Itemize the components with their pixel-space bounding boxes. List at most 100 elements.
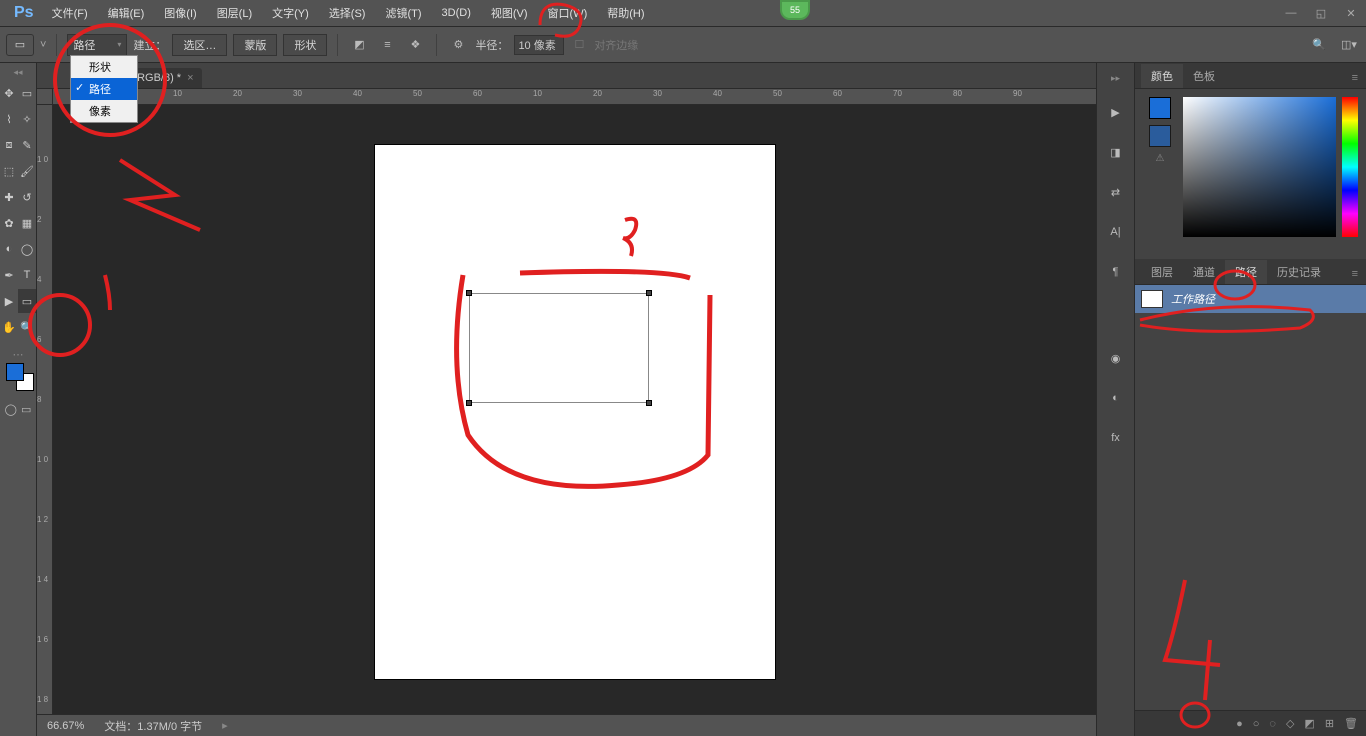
menu-help[interactable]: 帮助(H) bbox=[597, 1, 654, 25]
menu-file[interactable]: 文件(F) bbox=[42, 1, 98, 25]
close-button[interactable]: ✕ bbox=[1336, 2, 1366, 24]
mode-option-pixels[interactable]: 像素 bbox=[71, 100, 137, 122]
make-mask-button[interactable]: 蒙版 bbox=[233, 34, 277, 56]
rectangle-tool[interactable]: ▭ bbox=[18, 289, 36, 313]
zoom-level[interactable]: 66.67% bbox=[47, 720, 84, 732]
tab-swatches[interactable]: 色板 bbox=[1183, 64, 1225, 88]
panel-icon-2[interactable]: ⇄ bbox=[1104, 180, 1128, 204]
menu-3d[interactable]: 3D(D) bbox=[432, 3, 481, 23]
fill-path-icon[interactable]: ● bbox=[1236, 718, 1243, 730]
handle-tl[interactable] bbox=[466, 290, 472, 296]
gear-icon[interactable]: ⚙ bbox=[447, 34, 469, 56]
maximize-button[interactable]: ◱ bbox=[1306, 2, 1336, 24]
clone-tool[interactable]: ✿ bbox=[0, 211, 18, 235]
history-brush-tool[interactable]: ↺ bbox=[18, 185, 36, 209]
path-item-work[interactable]: 工作路径 bbox=[1135, 285, 1366, 313]
type-tool[interactable]: T bbox=[18, 263, 36, 287]
tab-paths[interactable]: 路径 bbox=[1225, 260, 1267, 284]
color-swatch-fg[interactable] bbox=[1149, 97, 1171, 119]
spot-heal-tool[interactable]: ✚ bbox=[0, 185, 18, 209]
minimize-button[interactable]: — bbox=[1276, 2, 1306, 24]
color-panel: ⚠ bbox=[1135, 89, 1366, 259]
gradient-tool[interactable]: ▦ bbox=[18, 211, 36, 235]
stroke-path-icon[interactable]: ○ bbox=[1253, 718, 1260, 730]
panel-icon-5[interactable]: fx bbox=[1104, 426, 1128, 450]
ruler-horizontal[interactable]: 0 1 10 20 30 40 50 60 10 20 30 40 50 60 … bbox=[53, 89, 1096, 105]
hue-slider[interactable] bbox=[1342, 97, 1358, 237]
rectangle-path[interactable] bbox=[469, 293, 649, 403]
tab-channels[interactable]: 通道 bbox=[1183, 260, 1225, 284]
menu-layer[interactable]: 图层(L) bbox=[207, 1, 262, 25]
foreground-color[interactable] bbox=[6, 363, 24, 381]
paragraph-icon[interactable]: ¶ bbox=[1104, 260, 1128, 284]
menu-type[interactable]: 文字(Y) bbox=[262, 1, 319, 25]
menu-bar: Ps 文件(F) 编辑(E) 图像(I) 图层(L) 文字(Y) 选择(S) 滤… bbox=[0, 0, 1366, 27]
brush-tool[interactable]: 🖌 bbox=[18, 159, 36, 183]
panel-icon-3[interactable]: ◉ bbox=[1104, 346, 1128, 370]
ruler-vertical[interactable]: 1 0 2 4 6 8 1 0 1 2 1 4 1 6 1 8 bbox=[37, 105, 53, 714]
make-shape-button[interactable]: 形状 bbox=[283, 34, 327, 56]
make-workpath-icon[interactable]: ◇ bbox=[1286, 717, 1294, 730]
zoom-tool[interactable]: 🔍 bbox=[18, 315, 36, 339]
quick-mask-icon[interactable]: ◯ bbox=[5, 403, 17, 416]
menu-filter[interactable]: 滤镜(T) bbox=[375, 1, 431, 25]
notification-badge[interactable]: 55 bbox=[780, 0, 810, 20]
panel-icon-1[interactable]: ◨ bbox=[1104, 140, 1128, 164]
tab-history[interactable]: 历史记录 bbox=[1267, 260, 1331, 284]
align-edges-checkbox[interactable]: ☐ bbox=[570, 36, 588, 53]
color-swatch-bg[interactable] bbox=[1149, 125, 1171, 147]
workspace-icon[interactable]: ◫▾ bbox=[1338, 34, 1360, 56]
color-field[interactable] bbox=[1183, 97, 1336, 237]
handle-tr[interactable] bbox=[646, 290, 652, 296]
frame-tool[interactable]: ⬚ bbox=[0, 159, 18, 183]
character-icon[interactable]: A| bbox=[1104, 220, 1128, 244]
tab-layers[interactable]: 图层 bbox=[1141, 260, 1183, 284]
marquee-tool[interactable]: ▭ bbox=[18, 81, 36, 105]
menu-select[interactable]: 选择(S) bbox=[319, 1, 376, 25]
play-icon[interactable]: ▶ bbox=[1104, 100, 1128, 124]
load-selection-icon[interactable]: ◌ bbox=[1269, 718, 1276, 730]
menu-view[interactable]: 视图(V) bbox=[481, 1, 538, 25]
handle-bl[interactable] bbox=[466, 400, 472, 406]
panel-menu-icon[interactable]: ≡ bbox=[1344, 68, 1366, 88]
move-tool[interactable]: ✥ bbox=[0, 81, 18, 105]
doc-info[interactable]: 文档：1.37M/0 字节 bbox=[104, 718, 202, 734]
menu-image[interactable]: 图像(I) bbox=[154, 1, 206, 25]
delete-path-icon[interactable]: 🗑 bbox=[1344, 717, 1358, 730]
search-icon[interactable]: 🔍 bbox=[1308, 34, 1330, 56]
tool-preset-icon[interactable]: ▭ bbox=[6, 34, 34, 56]
radius-label: 半径： bbox=[475, 37, 508, 53]
menu-window[interactable]: 窗口(W) bbox=[538, 1, 598, 25]
blur-tool[interactable]: ◐ bbox=[0, 237, 18, 261]
magic-wand-tool[interactable]: ✧ bbox=[18, 107, 36, 131]
path-ops-icon[interactable]: ◩ bbox=[348, 34, 370, 56]
tab-close-icon[interactable]: × bbox=[187, 72, 193, 84]
crop-tool[interactable]: ⧈ bbox=[0, 133, 18, 157]
radius-input[interactable] bbox=[514, 35, 564, 55]
color-swatches[interactable] bbox=[0, 361, 36, 401]
path-select-tool[interactable]: ▶ bbox=[0, 289, 18, 313]
menu-edit[interactable]: 编辑(E) bbox=[98, 1, 155, 25]
handle-br[interactable] bbox=[646, 400, 652, 406]
new-path-icon[interactable]: ⊞ bbox=[1325, 717, 1334, 730]
add-mask-icon[interactable]: ◩ bbox=[1304, 717, 1314, 730]
eyedropper-tool[interactable]: ✎ bbox=[18, 133, 36, 157]
path-arrange-icon[interactable]: ❖ bbox=[404, 34, 426, 56]
pen-tool[interactable]: ✒ bbox=[0, 263, 18, 287]
panel-icon-4[interactable]: ◐ bbox=[1104, 386, 1128, 410]
canvas-wrap: 0 1 10 20 30 40 50 60 10 20 30 40 50 60 … bbox=[37, 89, 1096, 714]
dodge-tool[interactable]: ◯ bbox=[18, 237, 36, 261]
tool-mode-dropdown[interactable]: 路径▾ bbox=[67, 34, 127, 56]
lasso-tool[interactable]: ⌇ bbox=[0, 107, 18, 131]
path-align-icon[interactable]: ≡ bbox=[376, 34, 398, 56]
layers-panel-menu-icon[interactable]: ≡ bbox=[1344, 264, 1366, 284]
mode-option-shape[interactable]: 形状 bbox=[71, 56, 137, 78]
make-selection-button[interactable]: 选区… bbox=[172, 34, 227, 56]
mode-option-path[interactable]: 路径 bbox=[71, 78, 137, 100]
artboard[interactable] bbox=[375, 145, 775, 679]
tab-color[interactable]: 颜色 bbox=[1141, 64, 1183, 88]
canvas[interactable] bbox=[53, 105, 1096, 714]
hand-tool[interactable]: ✋ bbox=[0, 315, 18, 339]
ruler-corner[interactable] bbox=[37, 89, 53, 105]
screen-mode-icon[interactable]: ▭ bbox=[21, 403, 31, 416]
